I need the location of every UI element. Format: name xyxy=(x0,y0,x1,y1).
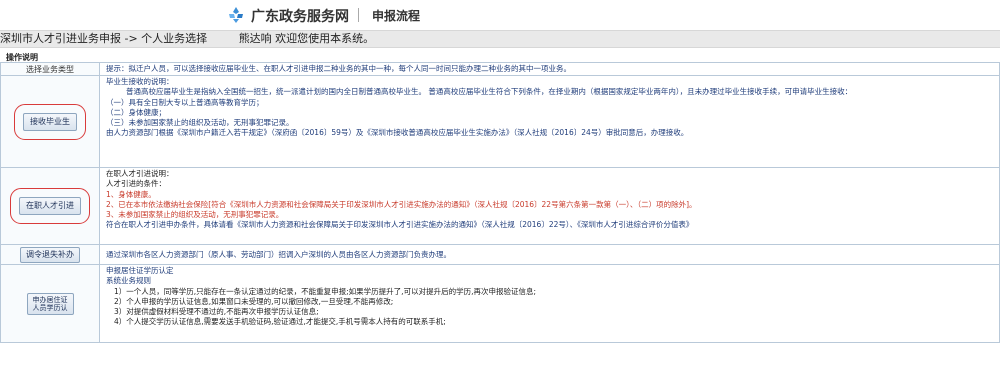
business-type-label: 选择业务类型 xyxy=(26,64,74,74)
row-text: 1）一个人员，同等学历,只能存在一条认定通过的纪录，不能重复申报;如果学历提升了… xyxy=(114,286,536,296)
row-text: 毕业生接收的说明： xyxy=(106,77,174,87)
gd-gov-logo-icon xyxy=(229,7,243,23)
row-text: 人才引进的条件： xyxy=(106,179,166,189)
section-title: 操作说明 xyxy=(6,53,38,62)
row-text: 2）个人申报的学历认证信息,如果窗口未受理的,可以撤回修改,一旦受理,不能再修改… xyxy=(114,296,394,306)
table-row: 调令退失补办 通过深圳市各区人力资源部门（原人事、劳动部门）招调入户深圳的人员由… xyxy=(0,244,1000,266)
business-table: 选择业务类型 提示：拟迁户人员，可以选择接收应届毕业生、在职人才引进申报二种业务… xyxy=(0,61,1000,344)
table-row: 申办居住证 人员学历认 申报居住证学历认定 系统业务规则 1）一个人员，同等学历… xyxy=(0,264,1000,344)
talent-introduction-button[interactable]: 在职人才引进 xyxy=(10,188,90,225)
tip-text: 提示：拟迁户人员，可以选择接收应届毕业生、在职人才引进申报二种业务的其中一种，每… xyxy=(99,61,1000,77)
row-text: 系统业务规则 xyxy=(106,276,151,286)
header-divider xyxy=(358,8,359,22)
user-greeting: 熊达响 欢迎您使用本系统。 xyxy=(238,32,375,45)
row-text: 2、已在本市依法缴纳社会保险[符合《深圳市人力资源和社会保障局关于印发深圳市人才… xyxy=(106,199,697,209)
row-text: 普通高校应届毕业生是指纳入全国统一招生，统一派遣计划的国内全日制普通高校毕业生。… xyxy=(126,87,853,97)
row-text: 由人力资源部门根据《深圳市户籍迁入若干规定》（深府函〔2016〕59号）及《深圳… xyxy=(106,128,689,138)
transfer-order-reissue-button[interactable]: 调令退失补办 xyxy=(20,246,80,263)
site-header: 广东政务服务网 申报流程 xyxy=(0,0,1000,30)
row-text: 3、未参加国家禁止的组织及活动，无刑事犯罪记录。 xyxy=(106,210,284,220)
row-text: 3）对提供虚假材料受理不通过的,不能再次申报学历认证信息; xyxy=(114,307,319,317)
row-text: 1、身体健康。 xyxy=(106,189,156,199)
site-brand: 广东政务服务网 xyxy=(251,9,349,25)
row-text: 在职人才引进说明： xyxy=(106,169,174,179)
row-text: 通过深圳市各区人力资源部门（原人事、劳动部门）招调入户深圳的人员由各区人力资源部… xyxy=(99,244,1000,266)
row-text: 符合在职人才引进申办条件，具体请看《深圳市人力资源和社会保障局关于印发深圳市人才… xyxy=(106,220,694,230)
table-row: 选择业务类型 提示：拟迁户人员，可以选择接收应届毕业生、在职人才引进申报二种业务… xyxy=(0,61,1000,77)
row-text: 4）个人提交学历认证信息,需要发送手机验证码,验证通过,才能提交,手机号需本人持… xyxy=(114,317,446,327)
table-row: 接收毕业生 毕业生接收的说明： 普通高校应届毕业生是指纳入全国统一招生，统一派遣… xyxy=(0,75,1000,169)
row-text: （一）具有全日制大专以上普通高等教育学历； xyxy=(106,97,264,107)
row-text: 申报居住证学历认定 xyxy=(106,266,174,276)
table-row: 在职人才引进 在职人才引进说明： 人才引进的条件： 1、身体健康。 2、已在本市… xyxy=(0,167,1000,246)
row-text: （二）身体健康； xyxy=(106,107,166,117)
residence-degree-button[interactable]: 申办居住证 人员学历认 xyxy=(26,292,74,315)
breadcrumb: 深圳市人才引进业务申报 -> 个人业务选择 xyxy=(0,32,208,45)
graduate-receive-button[interactable]: 接收毕业生 xyxy=(14,103,86,140)
row-text: （三）未参加国家禁止的组织及活动，无刑事犯罪记录。 xyxy=(106,118,294,128)
breadcrumb-bar: 深圳市人才引进业务申报 -> 个人业务选择 熊达响 欢迎您使用本系统。 xyxy=(0,30,1000,48)
page-title: 申报流程 xyxy=(372,9,421,23)
